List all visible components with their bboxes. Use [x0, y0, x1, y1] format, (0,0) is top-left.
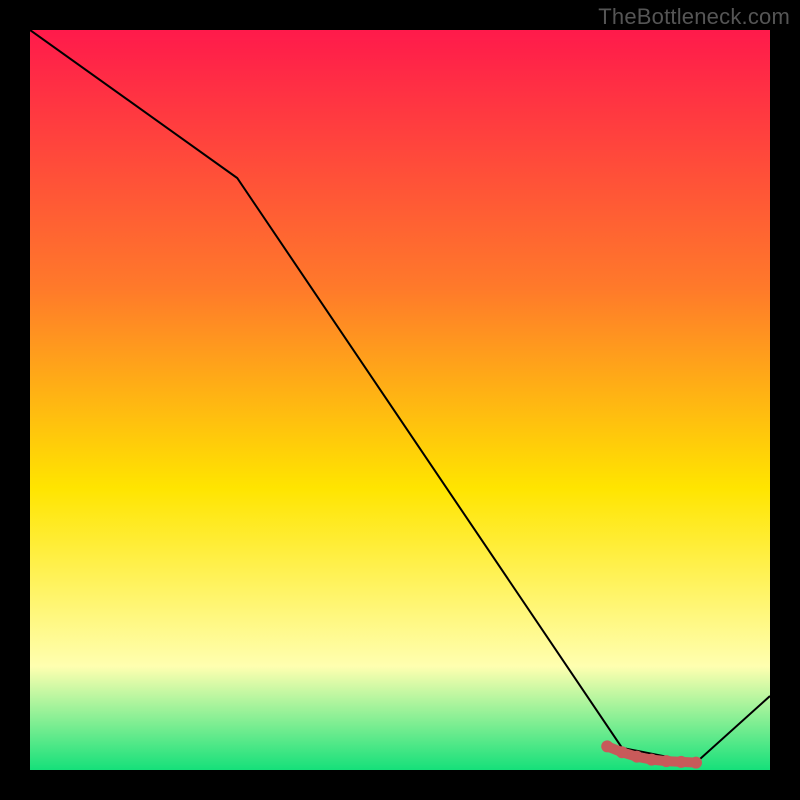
plot-area — [30, 30, 770, 770]
marker-dot — [616, 746, 628, 758]
marker-dot — [675, 756, 687, 768]
marker-dot — [660, 755, 672, 767]
gradient-background — [30, 30, 770, 770]
chart-frame: TheBottleneck.com — [0, 0, 800, 800]
marker-dot — [690, 757, 702, 769]
marker-dot — [646, 754, 658, 766]
chart-svg — [30, 30, 770, 770]
marker-dot — [601, 740, 613, 752]
marker-dot — [631, 751, 643, 763]
watermark-text: TheBottleneck.com — [598, 4, 790, 30]
